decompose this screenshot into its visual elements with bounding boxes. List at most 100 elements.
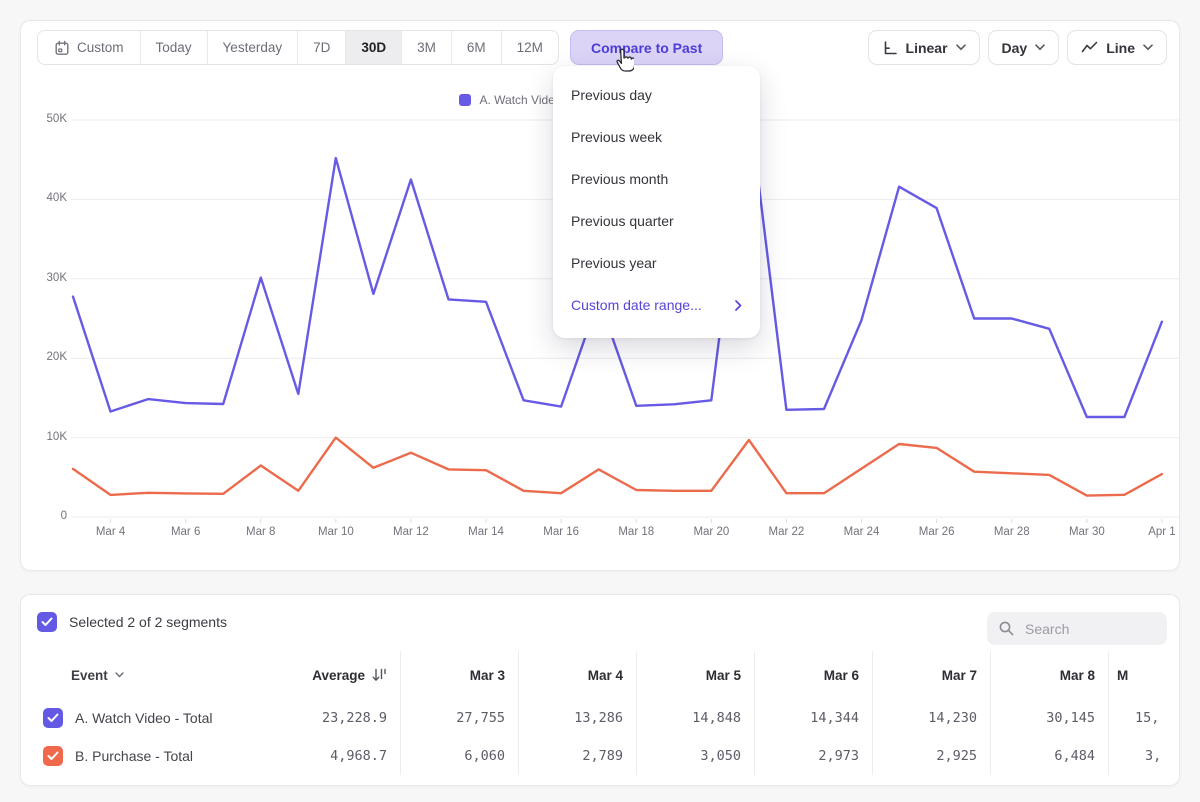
interval-select[interactable]: Day — [988, 30, 1060, 65]
date-header-label: Mar 8 — [1060, 668, 1095, 683]
cell-value: 27,755 — [401, 699, 519, 737]
compare-to-past-button[interactable]: Compare to Past — [570, 30, 723, 65]
x-axis-tick-label: Mar 30 — [1069, 526, 1105, 538]
cell-value-text: 6,060 — [464, 748, 505, 764]
menu-item-custom-date-range[interactable]: Custom date range... — [553, 284, 760, 326]
x-axis-tick-label: Mar 22 — [769, 526, 805, 538]
chevron-down-icon — [1143, 44, 1153, 51]
x-axis-tick-label: Mar 4 — [96, 526, 125, 538]
date-column-header[interactable]: M — [1109, 651, 1180, 699]
average-value: 4,968.7 — [266, 737, 401, 775]
date-header-label: Mar 5 — [706, 668, 741, 683]
date-column-header[interactable]: Mar 6 — [755, 651, 873, 699]
chevron-right-icon — [735, 300, 742, 311]
segment-name: A. Watch Video - Total — [75, 710, 212, 726]
check-icon — [47, 713, 59, 723]
cell-value: 3, — [1109, 737, 1180, 775]
cell-value: 15, — [1109, 699, 1180, 737]
range-today[interactable]: Today — [140, 31, 207, 64]
date-column-header[interactable]: Mar 4 — [519, 651, 637, 699]
x-axis-tick-label: Apr 1 — [1148, 526, 1176, 538]
y-axis-tick-label: 0 — [27, 510, 67, 522]
chevron-down-icon — [1035, 44, 1045, 51]
date-column-header[interactable]: Mar 5 — [637, 651, 755, 699]
chart-toolbar: Custom Today Yesterday7D 30D 3M 6M 12M Compare… — [37, 30, 1167, 66]
range-30d[interactable]: 30D — [345, 31, 401, 64]
select-all-checkbox[interactable] — [37, 612, 57, 632]
range-6m[interactable]: 6M — [451, 31, 501, 64]
cell-value-text: 2,973 — [818, 748, 859, 764]
cell-value-text: 27,755 — [456, 710, 505, 726]
chart-type-select[interactable]: Line — [1067, 30, 1167, 65]
x-axis-tick-label: Mar 8 — [246, 526, 275, 538]
cell-value: 14,848 — [637, 699, 755, 737]
cell-value-text: 14,344 — [810, 710, 859, 726]
date-column-header[interactable]: Mar 3 — [401, 651, 519, 699]
chart-type-label: Line — [1106, 40, 1135, 56]
cell-value: 2,973 — [755, 737, 873, 775]
table-row-event: A. Watch Video - Total — [21, 699, 266, 737]
chevron-down-icon — [956, 44, 966, 51]
chevron-down-icon — [115, 672, 124, 678]
range-7d[interactable]: 7D — [297, 31, 345, 64]
range-3m[interactable]: 3M — [401, 31, 451, 64]
event-header-label: Event — [71, 668, 108, 683]
range-label: 3M — [417, 40, 436, 55]
cell-value-text: 13,286 — [574, 710, 623, 726]
average-value-text: 4,968.7 — [330, 748, 387, 764]
cell-value-text: 6,484 — [1054, 748, 1095, 764]
range-label: 6M — [467, 40, 486, 55]
interval-label: Day — [1002, 40, 1028, 56]
average-value-text: 23,228.9 — [322, 710, 387, 726]
custom-date-range-label: Custom date range... — [571, 297, 702, 313]
cell-value-text: 3, — [1145, 748, 1161, 764]
cell-value-text: 14,848 — [692, 710, 741, 726]
menu-item-previous-month[interactable]: Previous month — [553, 158, 760, 200]
cell-value-text: 2,789 — [582, 748, 623, 764]
range-custom[interactable]: Custom — [38, 31, 140, 64]
table-row-event: B. Purchase - Total — [21, 737, 266, 775]
search-box — [987, 612, 1167, 645]
x-axis-tick-label: Mar 16 — [543, 526, 579, 538]
date-header-label: Mar 4 — [588, 668, 623, 683]
date-header-label: Mar 3 — [470, 668, 505, 683]
x-axis-tick-label: Mar 20 — [693, 526, 729, 538]
date-header-label: Mar 6 — [824, 668, 859, 683]
menu-item-previous-quarter[interactable]: Previous quarter — [553, 200, 760, 242]
segment-name: B. Purchase - Total — [75, 748, 193, 764]
x-axis-tick-label: Mar 18 — [618, 526, 654, 538]
x-axis-tick-label: Mar 26 — [919, 526, 955, 538]
y-axis-tick-label: 50K — [27, 113, 67, 125]
date-column-header[interactable]: Mar 8 — [991, 651, 1109, 699]
date-column-header[interactable]: Mar 7 — [873, 651, 991, 699]
date-range-picker: Custom Today Yesterday7D 30D 3M 6M 12M — [37, 30, 559, 65]
range-yesterday[interactable]: Yesterday — [207, 31, 298, 64]
cell-value: 2,789 — [519, 737, 637, 775]
menu-item-previous-year[interactable]: Previous year — [553, 242, 760, 284]
segments-panel: Selected 2 of 2 segments Event Average M… — [20, 594, 1180, 786]
cell-value: 14,230 — [873, 699, 991, 737]
cell-value: 2,925 — [873, 737, 991, 775]
menu-item-previous-week[interactable]: Previous week — [553, 116, 760, 158]
cell-value-text: 2,925 — [936, 748, 977, 764]
x-axis-tick-label: Mar 28 — [994, 526, 1030, 538]
scale-label: Linear — [906, 40, 948, 56]
cell-value-text: 3,050 — [700, 748, 741, 764]
check-icon — [41, 617, 53, 627]
segment-checkbox[interactable] — [43, 708, 63, 728]
line-chart-icon — [1081, 40, 1098, 55]
compare-to-past-menu: Previous dayPrevious weekPrevious monthP… — [553, 66, 760, 338]
cell-value: 3,050 — [637, 737, 755, 775]
x-axis-tick-label: Mar 14 — [468, 526, 504, 538]
range-label: 30D — [361, 40, 386, 55]
segment-checkbox[interactable] — [43, 746, 63, 766]
scale-select[interactable]: Linear — [868, 30, 980, 65]
range-12m[interactable]: 12M — [501, 31, 558, 64]
range-label: Today — [156, 40, 192, 55]
cell-value-text: 15, — [1135, 710, 1159, 726]
cell-value: 6,484 — [991, 737, 1109, 775]
average-column-header[interactable]: Average — [266, 651, 401, 699]
menu-item-previous-day[interactable]: Previous day — [553, 74, 760, 116]
event-column-header[interactable]: Event — [21, 651, 266, 699]
search-icon — [998, 620, 1015, 637]
